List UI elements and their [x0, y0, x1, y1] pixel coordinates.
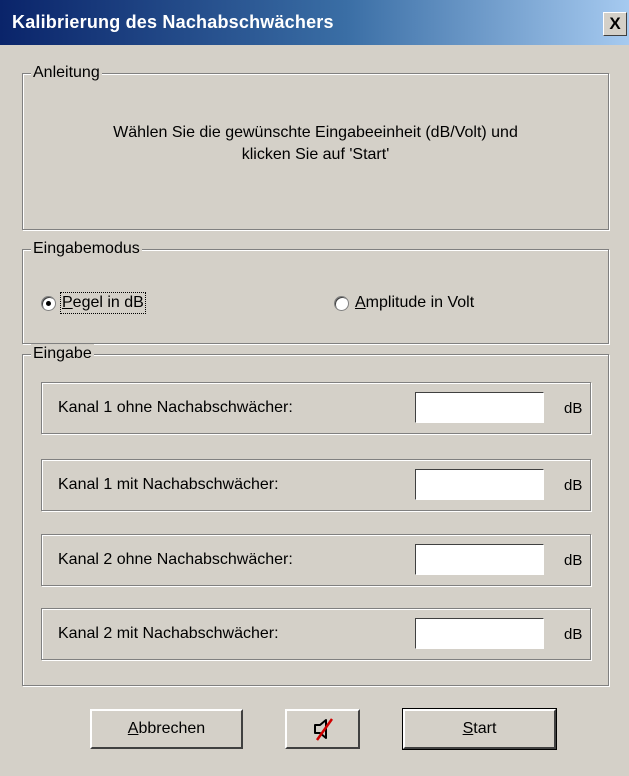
instructions-line-2: klicken Sie auf 'Start'	[241, 146, 390, 163]
row-label: Kanal 1 ohne Nachabschwächer:	[58, 399, 293, 416]
kanal1-ohne-field[interactable]	[415, 392, 544, 423]
cancel-button[interactable]: Abbrechen	[90, 709, 243, 749]
radio-amplitude-volt[interactable]: Amplitude in Volt	[334, 294, 474, 312]
unit-label: dB	[564, 626, 583, 643]
radio-amplitude-volt-label: Amplitude in Volt	[355, 294, 475, 311]
input-row-kanal1-ohne: Kanal 1 ohne Nachabschwächer: dB	[41, 382, 591, 434]
window-title: Kalibrierung des Nachabschwächers	[12, 12, 334, 32]
mute-button[interactable]	[285, 709, 360, 749]
unit-label: dB	[564, 400, 583, 417]
instructions-text: Wählen Sie die gewünschte Eingabeeinheit…	[23, 122, 608, 166]
radio-pegel-db-label: Pegel in dB	[60, 292, 146, 314]
close-icon: X	[609, 14, 621, 33]
radio-pegel-db[interactable]: Pegel in dB	[41, 292, 146, 314]
speaker-muted-icon	[313, 718, 333, 741]
close-button[interactable]: X	[603, 12, 627, 36]
row-label: Kanal 1 mit Nachabschwächer:	[58, 476, 279, 493]
input-mode-legend: Eingabemodus	[31, 239, 142, 259]
start-button-label: Start	[462, 720, 497, 737]
kanal1-mit-field[interactable]	[415, 469, 544, 500]
unit-label: dB	[564, 477, 583, 494]
title-bar: Kalibrierung des Nachabschwächers X	[0, 0, 629, 45]
radio-unselected-icon	[334, 295, 349, 311]
kanal2-ohne-field[interactable]	[415, 544, 544, 575]
input-group: Eingabe Kanal 1 ohne Nachabschwächer: dB…	[22, 344, 609, 686]
input-row-kanal1-mit: Kanal 1 mit Nachabschwächer: dB	[41, 459, 591, 511]
cancel-button-label: Abbrechen	[127, 720, 206, 737]
instructions-legend: Anleitung	[31, 63, 102, 83]
row-label: Kanal 2 mit Nachabschwächer:	[58, 625, 279, 642]
unit-label: dB	[564, 552, 583, 569]
input-row-kanal2-ohne: Kanal 2 ohne Nachabschwächer: dB	[41, 534, 591, 586]
instructions-group: Anleitung Wählen Sie die gewünschte Eing…	[22, 63, 609, 230]
input-row-kanal2-mit: Kanal 2 mit Nachabschwächer: dB	[41, 608, 591, 660]
input-mode-group: Eingabemodus Pegel in dB Amplitude in Vo…	[22, 239, 609, 344]
start-button[interactable]: Start	[402, 708, 557, 750]
row-label: Kanal 2 ohne Nachabschwächer:	[58, 551, 293, 568]
radio-selected-icon	[41, 295, 56, 311]
instructions-line-1: Wählen Sie die gewünschte Eingabeeinheit…	[113, 124, 518, 141]
calibration-dialog: Kalibrierung des Nachabschwächers X Anle…	[0, 0, 629, 776]
kanal2-mit-field[interactable]	[415, 618, 544, 649]
input-legend: Eingabe	[31, 344, 94, 364]
